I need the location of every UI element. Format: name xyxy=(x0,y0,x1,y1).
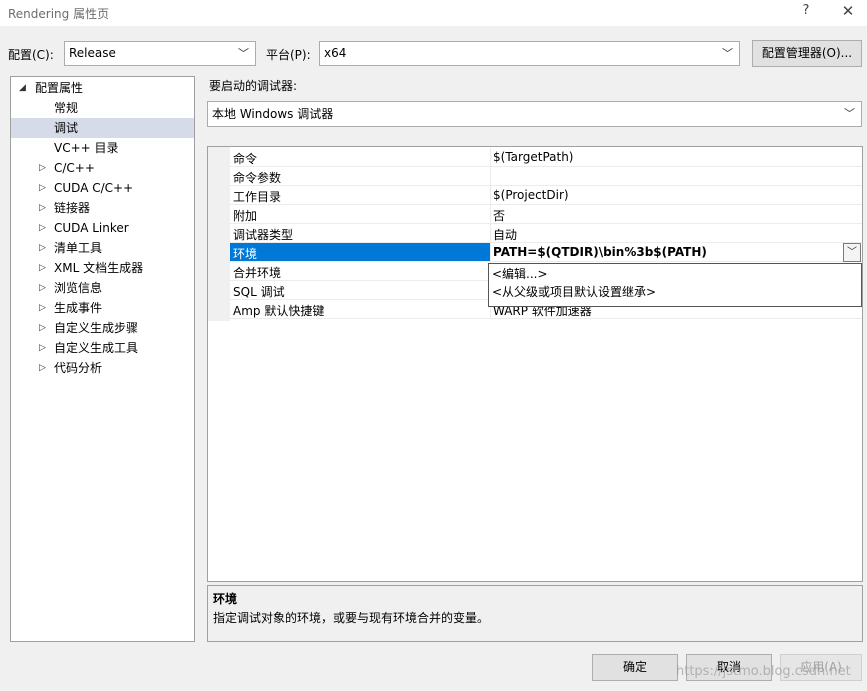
property-name: 命令参数 xyxy=(233,171,282,185)
tree-item-label: 调试 xyxy=(54,121,79,135)
column-divider xyxy=(490,186,491,205)
env-option-inherit[interactable]: <从父级或项目默认设置继承> xyxy=(492,283,656,301)
tree-item[interactable]: 调试 xyxy=(11,118,194,138)
debugger-label: 要启动的调试器: xyxy=(209,79,298,93)
tree-item[interactable]: 常规 xyxy=(11,98,194,118)
property-name: 附加 xyxy=(233,209,258,223)
property-value[interactable]: PATH=$(QTDIR)\bin%3b$(PATH) xyxy=(493,245,707,259)
property-name: 环境 xyxy=(233,247,258,261)
selected-name-cell xyxy=(230,243,490,262)
tree-root-label: 配置属性 xyxy=(35,81,84,95)
help-button[interactable]: ? xyxy=(800,3,812,18)
config-label: 配置(C): xyxy=(8,48,54,62)
tree-item[interactable]: ▷ 链接器 xyxy=(11,198,194,218)
tree-item[interactable]: ▷ 生成事件 xyxy=(11,298,194,318)
tree-item-label: 链接器 xyxy=(54,201,91,215)
platform-value: x64 xyxy=(324,46,347,60)
property-tree: ◢ 配置属性 常规 调试 VC++ 目录 ▷ C/C++ ▷ CUDA C/C++ ▷ 链接器 ▷… xyxy=(10,76,195,642)
platform-select[interactable]: x64 ﹀ xyxy=(319,41,740,66)
property-name: 调试器类型 xyxy=(233,228,294,242)
tree-item-label: CUDA C/C++ xyxy=(54,181,134,195)
tree-item[interactable]: ▷ CUDA Linker xyxy=(11,218,194,238)
expand-arrow-icon[interactable]: ▷ xyxy=(39,338,46,358)
tree-item-label: 常规 xyxy=(54,101,79,115)
expand-arrow-icon[interactable]: ▷ xyxy=(39,178,46,198)
description-title: 环境 xyxy=(213,592,238,606)
watermark: https://jstmo.blog.csdn.net xyxy=(676,664,851,679)
collapse-arrow-icon[interactable]: ◢ xyxy=(19,78,26,98)
expand-arrow-icon[interactable]: ▷ xyxy=(39,218,46,238)
tree-item-label: CUDA Linker xyxy=(54,221,129,235)
expand-arrow-icon[interactable]: ▷ xyxy=(39,238,46,258)
config-value: Release xyxy=(69,46,116,60)
column-divider xyxy=(490,205,491,224)
tree-item[interactable]: ▷ C/C++ xyxy=(11,158,194,178)
window-title: Rendering 属性页 xyxy=(8,7,110,21)
expand-arrow-icon[interactable]: ▷ xyxy=(39,158,46,178)
property-name: 命令 xyxy=(233,152,258,166)
expand-arrow-icon[interactable]: ▷ xyxy=(39,318,46,338)
property-name: SQL 调试 xyxy=(233,285,285,299)
expand-arrow-icon[interactable]: ▷ xyxy=(39,298,46,318)
chevron-down-icon: ﹀ xyxy=(722,47,733,60)
description-panel: 环境 指定调试对象的环境，或要与现有环境合并的变量。 xyxy=(207,585,863,642)
tree-item[interactable]: ▷ XML 文档生成器 xyxy=(11,258,194,278)
column-divider xyxy=(490,224,491,243)
tree-root[interactable]: ◢ 配置属性 xyxy=(11,78,194,98)
tree-item-label: 自定义生成工具 xyxy=(54,341,139,355)
expand-arrow-icon[interactable]: ▷ xyxy=(39,358,46,378)
config-manager-button[interactable]: 配置管理器(O)... xyxy=(752,40,862,67)
tree-item-label: 浏览信息 xyxy=(54,281,103,295)
tree-item-label: XML 文档生成器 xyxy=(54,261,144,275)
property-name: Amp 默认快捷键 xyxy=(233,304,325,318)
property-name: 工作目录 xyxy=(233,190,282,204)
tree-item[interactable]: ▷ CUDA C/C++ xyxy=(11,178,194,198)
description-text: 指定调试对象的环境，或要与现有环境合并的变量。 xyxy=(213,611,490,625)
property-value[interactable]: 自动 xyxy=(493,226,517,243)
property-grid: 命令 $(TargetPath) 命令参数 工作目录 $(ProjectDir) 附加否调… xyxy=(207,146,863,582)
tree-item[interactable]: VC++ 目录 xyxy=(11,138,194,158)
column-divider xyxy=(490,243,491,262)
debugger-select[interactable]: 本地 Windows 调试器 ﹀ xyxy=(207,101,862,127)
tree-item-label: 生成事件 xyxy=(54,301,103,315)
tree-item[interactable]: ▷ 自定义生成步骤 xyxy=(11,318,194,338)
ok-button[interactable]: 确定 xyxy=(592,654,678,681)
property-row[interactable]: 环境 PATH=$(QTDIR)\bin%3b$(PATH) ﹀ xyxy=(208,243,862,262)
column-divider xyxy=(490,148,491,167)
property-row[interactable]: 命令参数 xyxy=(208,167,862,186)
property-row[interactable]: 附加 否 xyxy=(208,205,862,224)
property-row[interactable]: 调试器类型 自动 xyxy=(208,224,862,243)
tree-item[interactable]: ▷ 自定义生成工具 xyxy=(11,338,194,358)
property-row[interactable]: 工作目录 $(ProjectDir) xyxy=(208,186,862,205)
tree-item[interactable]: ▷ 代码分析 xyxy=(11,358,194,378)
chevron-down-icon: ﹀ xyxy=(238,47,249,60)
tree-item-label: 清单工具 xyxy=(54,241,103,255)
debugger-value: 本地 Windows 调试器 xyxy=(212,107,334,121)
tree-item-label: 代码分析 xyxy=(54,361,103,375)
property-value[interactable]: $(ProjectDir) xyxy=(493,188,569,202)
expand-arrow-icon[interactable]: ▷ xyxy=(39,258,46,278)
close-button[interactable]: ✕ xyxy=(840,2,856,20)
chevron-down-icon: ﹀ xyxy=(844,107,855,120)
column-divider xyxy=(490,167,491,186)
property-value[interactable]: $(TargetPath) xyxy=(493,150,573,164)
tree-item[interactable]: ▷ 浏览信息 xyxy=(11,278,194,298)
row-divider xyxy=(230,318,862,319)
property-value[interactable]: 否 xyxy=(493,207,505,224)
property-row[interactable]: 命令 $(TargetPath) xyxy=(208,148,862,167)
env-option-edit[interactable]: <编辑...> xyxy=(492,265,548,283)
env-dropdown-list: <编辑...> <从父级或项目默认设置继承> xyxy=(488,263,862,307)
dropdown-button[interactable]: ﹀ xyxy=(843,243,861,262)
property-name: 合并环境 xyxy=(233,266,282,280)
tree-item[interactable]: ▷ 清单工具 xyxy=(11,238,194,258)
tree-item-label: 自定义生成步骤 xyxy=(54,321,139,335)
tree-item-label: VC++ 目录 xyxy=(54,141,119,155)
platform-label: 平台(P): xyxy=(266,48,311,62)
expand-arrow-icon[interactable]: ▷ xyxy=(39,198,46,218)
expand-arrow-icon[interactable]: ▷ xyxy=(39,278,46,298)
config-select[interactable]: Release ﹀ xyxy=(64,41,256,66)
tree-item-label: C/C++ xyxy=(54,161,95,175)
title-bar: Rendering 属性页 ? ✕ xyxy=(0,0,867,26)
